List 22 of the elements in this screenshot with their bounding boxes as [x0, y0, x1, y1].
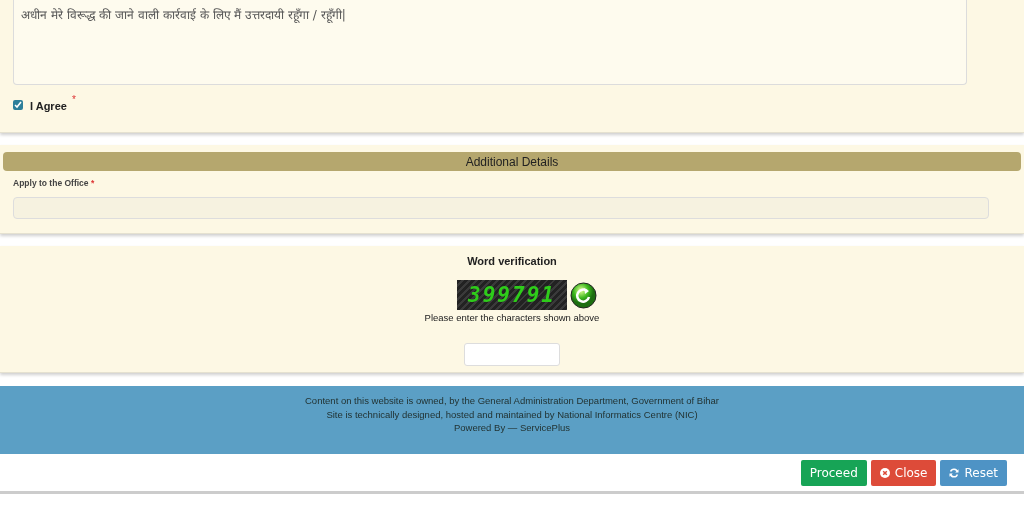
section-header: Additional Details	[3, 152, 1021, 171]
refresh-icon	[949, 467, 960, 478]
required-mark: *	[90, 178, 95, 188]
captcha-input[interactable]	[464, 343, 560, 366]
agree-checkbox[interactable]	[13, 99, 23, 110]
close-button[interactable]: Close	[870, 459, 937, 486]
captcha-hint: Please enter the characters shown above	[424, 312, 600, 323]
section-title: Word verification	[467, 255, 557, 267]
refresh-icon[interactable]	[570, 281, 597, 309]
footer-text: Content on this website is owned, by the General Administration Department, Government of Bihar	[304, 394, 720, 408]
declaration-box[interactable]: अधीन मेरे विरूद्ध की जाने वाली कार्रवाई के लिए मैं उत्तरदायी रहूँगा / रहूँगी|	[13, 0, 967, 85]
footer-text: Powered By — ServicePlus	[452, 421, 572, 435]
reset-button[interactable]: Reset	[940, 459, 1007, 486]
required-mark: *	[71, 94, 76, 105]
proceed-button[interactable]: Proceed	[800, 459, 867, 486]
close-icon	[879, 467, 890, 478]
field-label: Apply to the Office	[13, 178, 89, 188]
agree-label: I Agree	[30, 100, 67, 112]
declaration-text: अधीन मेरे विरूद्ध की जाने वाली कार्रवाई के लिए मैं उत्तरदायी रहूँगा / रहूँगी|	[21, 7, 347, 23]
office-field[interactable]	[13, 197, 989, 219]
captcha-image: 399791	[457, 280, 567, 310]
footer-text: Site is technically designed, hosted and maintained by National Informatics Centre (NIC)	[325, 407, 699, 421]
